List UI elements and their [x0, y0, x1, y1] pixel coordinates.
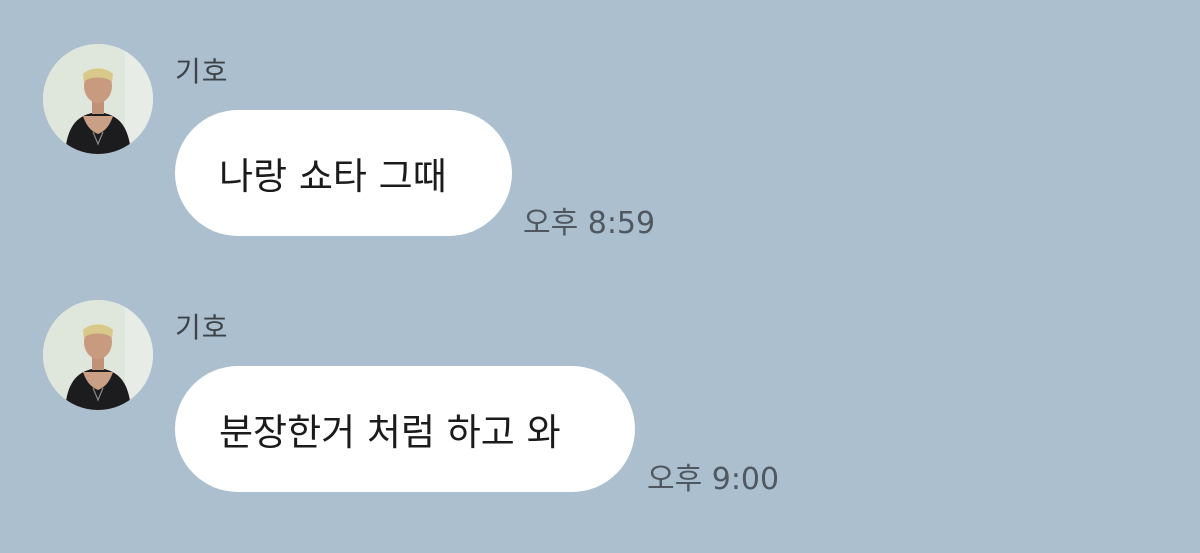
message-bubble[interactable]: 나랑 쇼타 그때 — [175, 110, 512, 236]
profile-photo-icon — [43, 44, 153, 154]
chat-message-list: 기호 나랑 쇼타 그때 오후 8:59 기호 분장한거 처럼 하고 와 오후 9… — [0, 0, 1200, 553]
message-timestamp: 오후 9:00 — [647, 462, 780, 497]
profile-photo-icon — [43, 300, 153, 410]
sender-name: 기호 — [175, 311, 229, 344]
message-bubble[interactable]: 분장한거 처럼 하고 와 — [175, 366, 635, 492]
sender-avatar[interactable] — [43, 44, 153, 154]
sender-avatar[interactable] — [43, 300, 153, 410]
message-timestamp: 오후 8:59 — [523, 206, 656, 241]
sender-name: 기호 — [175, 55, 229, 88]
